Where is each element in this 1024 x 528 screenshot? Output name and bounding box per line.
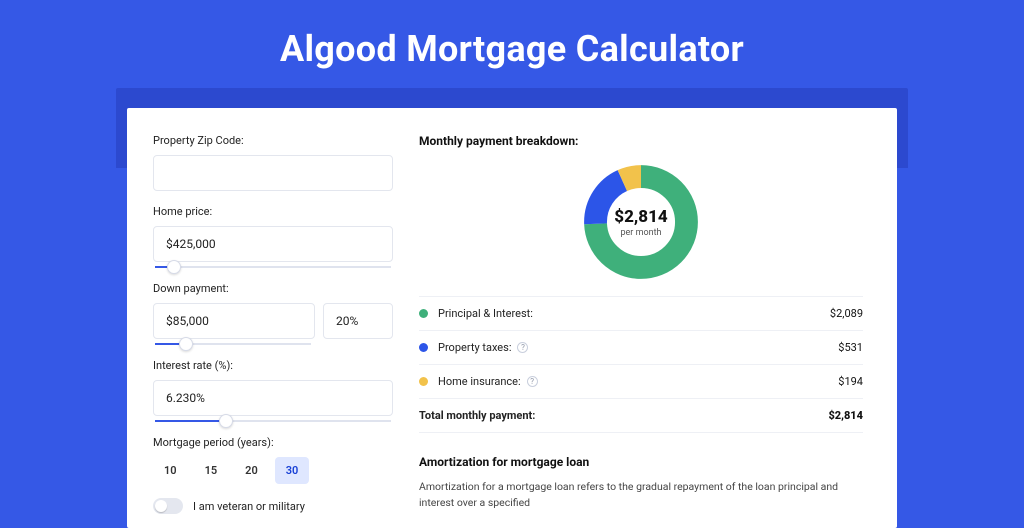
price-slider-thumb[interactable]: [167, 260, 181, 274]
amortization-section: Amortization for mortgage loan Amortizat…: [419, 455, 863, 511]
legend: Principal & Interest: $2,089 Property taxe…: [419, 296, 863, 433]
page-title: Algood Mortgage Calculator: [0, 28, 1024, 70]
down-pct-input[interactable]: [323, 303, 393, 339]
down-slider-thumb[interactable]: [179, 337, 193, 351]
rate-slider-thumb[interactable]: [219, 414, 233, 428]
donut-wrap: $2,814 per month: [419, 158, 863, 296]
veteran-label: I am veteran or military: [193, 500, 305, 513]
period-option-15[interactable]: 15: [194, 457, 229, 484]
legend-row-ins: Home insurance:? $194: [419, 365, 863, 399]
legend-dot-pi: [419, 309, 428, 318]
info-icon[interactable]: ?: [527, 376, 538, 387]
donut-center: $2,814 per month: [581, 162, 701, 282]
legend-row-tax: Property taxes:? $531: [419, 331, 863, 365]
legend-value-ins: $194: [838, 375, 863, 388]
price-label: Home price:: [153, 205, 393, 218]
price-input[interactable]: [153, 226, 393, 262]
payment-donut: $2,814 per month: [581, 162, 701, 282]
rate-field: Interest rate (%):: [153, 359, 393, 422]
period-options: 10152030: [153, 457, 393, 484]
amort-body: Amortization for a mortgage loan refers …: [419, 479, 863, 511]
legend-value-tax: $531: [838, 341, 863, 354]
price-slider[interactable]: [155, 266, 391, 268]
legend-label-pi: Principal & Interest:: [438, 307, 533, 320]
rate-slider[interactable]: [155, 420, 391, 422]
zip-input[interactable]: [153, 155, 393, 191]
amort-title: Amortization for mortgage loan: [419, 455, 863, 469]
donut-total: $2,814: [614, 207, 667, 227]
zip-field: Property Zip Code:: [153, 134, 393, 191]
period-option-10[interactable]: 10: [153, 457, 188, 484]
legend-value-pi: $2,089: [830, 307, 863, 320]
donut-caption: per month: [620, 228, 661, 238]
zip-label: Property Zip Code:: [153, 134, 393, 147]
period-label: Mortgage period (years):: [153, 436, 393, 449]
legend-label-ins: Home insurance:: [438, 375, 521, 388]
legend-label-total: Total monthly payment:: [419, 409, 535, 422]
inputs-column: Property Zip Code: Home price: Down paym…: [153, 134, 393, 488]
legend-dot-tax: [419, 343, 428, 352]
legend-row-total: Total monthly payment: $2,814: [419, 399, 863, 433]
legend-dot-ins: [419, 377, 428, 386]
period-field: Mortgage period (years): 10152030: [153, 436, 393, 484]
period-option-20[interactable]: 20: [234, 457, 269, 484]
breakdown-title: Monthly payment breakdown:: [419, 134, 863, 148]
info-icon[interactable]: ?: [517, 342, 528, 353]
breakdown-column: Monthly payment breakdown: $2,814 per mo…: [419, 134, 863, 488]
toggle-knob: [155, 500, 167, 512]
price-field: Home price:: [153, 205, 393, 268]
period-option-30[interactable]: 30: [275, 457, 310, 484]
down-amount-input[interactable]: [153, 303, 315, 339]
down-field: Down payment:: [153, 282, 393, 345]
rate-label: Interest rate (%):: [153, 359, 393, 372]
rate-input[interactable]: [153, 380, 393, 416]
hero: Algood Mortgage Calculator: [0, 0, 1024, 88]
legend-value-total: $2,814: [828, 409, 863, 422]
down-slider[interactable]: [155, 343, 311, 345]
legend-label-tax: Property taxes:: [438, 341, 511, 354]
calculator-card: Property Zip Code: Home price: Down paym…: [127, 108, 897, 528]
down-label: Down payment:: [153, 282, 393, 295]
rate-slider-fill: [155, 420, 226, 422]
legend-row-pi: Principal & Interest: $2,089: [419, 297, 863, 331]
